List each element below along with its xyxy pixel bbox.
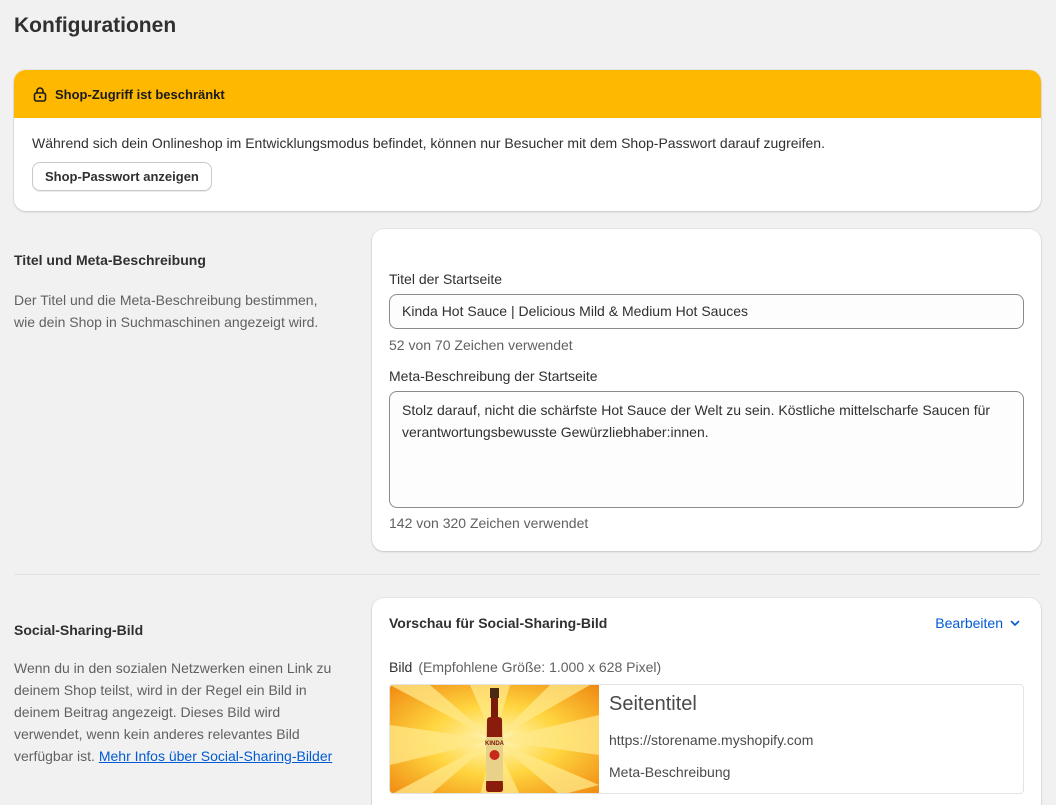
chevron-down-icon [1010,620,1020,626]
home-title-input[interactable]: Kinda Hot Sauce | Delicious Mild & Mediu… [389,294,1024,329]
show-store-password-button[interactable]: Shop-Passwort anzeigen [32,162,212,191]
home-meta-help: 142 von 320 Zeichen verwendet [389,515,589,531]
preview-title: Seitentitel [609,693,697,715]
image-size-hint: (Empfohlene Größe: 1.000 x 628 Pixel) [418,659,662,675]
seo-card: Titel der Startseite Kinda Hot Sauce | D… [372,229,1041,551]
social-card: Vorschau für Social-Sharing-Bild Bearbei… [372,598,1041,805]
lock-icon [33,87,47,102]
preview-url: https://storename.myshopify.com [609,732,814,748]
home-title-label: Titel der Startseite [389,271,503,287]
bottle-label-text: KINDA [485,741,505,747]
image-label-text: Bild [389,659,413,675]
store-access-banner: Shop-Zugriff ist beschränkt Während sich… [14,70,1041,211]
seo-section-description: Der Titel und die Meta-Beschreibung best… [14,292,319,330]
seo-section-title: Titel und Meta-Beschreibung [14,252,206,268]
social-preview: KINDA Seitentitel https://storename.mysh… [389,684,1024,794]
banner-text: Während sich dein Onlineshop im Entwickl… [32,135,825,151]
banner-header: Shop-Zugriff ist beschränkt [14,70,1041,118]
social-card-title: Vorschau für Social-Sharing-Bild [389,615,608,631]
social-sharing-learn-more-link[interactable]: Mehr Infos über Social-Sharing-Bilder [99,748,332,764]
hot-sauce-product-image: KINDA [390,685,599,793]
edit-dropdown-button[interactable]: Bearbeiten [935,615,1021,631]
page-title: Konfigurationen [14,14,177,37]
home-meta-textarea[interactable]: Stolz darauf, nicht die schärfste Hot Sa… [389,391,1024,508]
social-section-description: Wenn du in den sozialen Netzwerken einen… [14,657,334,767]
section-divider [14,574,1041,575]
preview-description: Meta-Beschreibung [609,764,731,780]
banner-title: Shop-Zugriff ist beschränkt [55,86,225,102]
home-meta-label: Meta-Beschreibung der Startseite [389,368,598,384]
social-section-title: Social-Sharing-Bild [14,622,144,638]
home-title-help: 52 von 70 Zeichen verwendet [389,337,573,353]
image-label: Bild (Empfohlene Größe: 1.000 x 628 Pixel… [389,659,661,675]
edit-label: Bearbeiten [935,615,1003,631]
